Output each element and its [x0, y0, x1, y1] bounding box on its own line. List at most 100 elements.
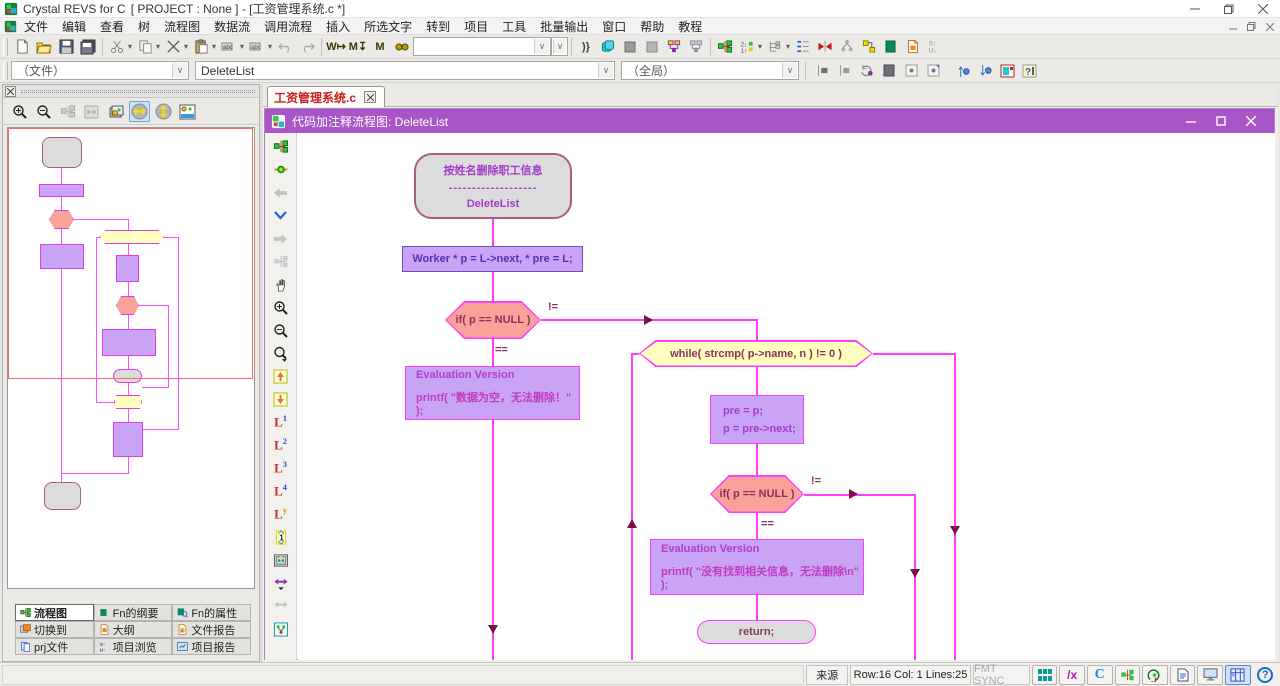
- docwin-close-icon[interactable]: [1236, 109, 1266, 133]
- format-abc-icon[interactable]: abc: [218, 36, 240, 58]
- open-file-icon[interactable]: [33, 36, 55, 58]
- menu-dataflow[interactable]: 数据流: [207, 17, 257, 36]
- search-combobox-arrow-icon[interactable]: ∨: [534, 39, 549, 54]
- call-view-icon[interactable]: [663, 36, 685, 58]
- menu-file[interactable]: 文件: [17, 17, 55, 36]
- loop-body-node[interactable]: pre = p; p = pre->next;: [710, 395, 804, 444]
- level-y-icon[interactable]: Ly: [269, 503, 293, 526]
- mdi-restore-icon[interactable]: [1247, 20, 1256, 34]
- mdi-minimize-icon[interactable]: [1229, 20, 1237, 34]
- flowchart-window-titlebar[interactable]: 代码加注释流程图: DeleteList: [265, 109, 1274, 133]
- menu-insert[interactable]: 插入: [319, 17, 357, 36]
- goto-next-position-icon[interactable]: [834, 60, 856, 82]
- refresh-view-icon[interactable]: [856, 60, 878, 82]
- return-node[interactable]: return;: [697, 620, 816, 644]
- overview-fit-height-icon[interactable]: [153, 101, 174, 122]
- context-help-icon[interactable]: ?: [1018, 60, 1040, 82]
- overview-fit-page-icon[interactable]: [177, 101, 198, 122]
- zoom-level-icon[interactable]: [269, 342, 293, 365]
- toggle-node-icon[interactable]: [900, 60, 922, 82]
- search-options-button[interactable]: ∨: [551, 37, 568, 56]
- status-modules-icon[interactable]: [1031, 664, 1058, 685]
- menu-help[interactable]: 帮助: [633, 17, 671, 36]
- zoom-in-icon[interactable]: [269, 296, 293, 319]
- redo-icon[interactable]: [296, 36, 318, 58]
- level-1-icon[interactable]: L1: [269, 411, 293, 434]
- level-3-icon[interactable]: L3: [269, 457, 293, 480]
- overview-panel-mode-icon[interactable]: [105, 101, 126, 122]
- connector-icon[interactable]: [858, 36, 880, 58]
- tab-fn-properties[interactable]: Fn的属性: [172, 604, 251, 621]
- paste-icon[interactable]: [190, 36, 212, 58]
- tab-outline[interactable]: 大纲: [93, 621, 173, 638]
- toolbar-grip2[interactable]: [3, 61, 8, 80]
- status-screen-icon[interactable]: [1197, 664, 1223, 685]
- scroll-down-sync-icon[interactable]: [974, 60, 996, 82]
- global-scope-combobox[interactable]: （全局） ∨: [621, 61, 799, 80]
- menu-project[interactable]: 项目: [457, 17, 495, 36]
- file-scope-combobox[interactable]: （文件） ∨: [11, 61, 189, 80]
- menu-tutorial[interactable]: 教程: [671, 17, 709, 36]
- mdi-close-icon[interactable]: [1265, 20, 1275, 34]
- overview-fit-width-icon[interactable]: [129, 101, 150, 122]
- flowchart-thumbnail[interactable]: [7, 127, 255, 589]
- function-combobox[interactable]: DeleteList ∨: [195, 61, 615, 80]
- call-view2-icon[interactable]: [685, 36, 707, 58]
- status-c-mode-icon[interactable]: C: [1086, 664, 1113, 685]
- menu-selected-text[interactable]: 所选文字: [357, 17, 419, 36]
- file-report-icon[interactable]: [902, 36, 924, 58]
- search-combobox[interactable]: ∨: [413, 37, 551, 56]
- toggle-node2-icon[interactable]: [922, 60, 944, 82]
- eval2-node[interactable]: Evaluation Version printf( "没有找到相关信息，无法删…: [650, 539, 864, 595]
- tab-switch-to[interactable]: 切换到: [15, 621, 94, 638]
- tab-flowchart[interactable]: 流程图: [15, 604, 94, 621]
- flowchart-mode-icon[interactable]: [714, 36, 736, 58]
- block-mark2-icon[interactable]: [641, 36, 663, 58]
- level-4-icon[interactable]: L4: [269, 480, 293, 503]
- nav-down-icon[interactable]: [269, 204, 293, 227]
- menu-view[interactable]: 查看: [93, 17, 131, 36]
- docwin-minimize-icon[interactable]: [1176, 109, 1206, 133]
- menu-window[interactable]: 窗口: [595, 17, 633, 36]
- document-tab[interactable]: 工资管理系统.c: [267, 86, 385, 107]
- status-help-icon[interactable]: ?: [1253, 665, 1278, 685]
- status-flowchart-icon[interactable]: [1114, 664, 1141, 685]
- zoom-out-icon[interactable]: [269, 319, 293, 342]
- delete-icon[interactable]: [162, 36, 184, 58]
- goto-prev-position-icon[interactable]: [812, 60, 834, 82]
- menu-tree[interactable]: 树: [131, 17, 157, 36]
- menu-tools[interactable]: 工具: [495, 17, 533, 36]
- find-in-files-icon[interactable]: [391, 36, 413, 58]
- menu-batch-output[interactable]: 批量输出: [533, 17, 595, 36]
- list-flow-icon[interactable]: [792, 36, 814, 58]
- pan-hand-icon[interactable]: [269, 273, 293, 296]
- copied-blocks-icon[interactable]: [597, 36, 619, 58]
- status-goto-flow-icon[interactable]: [1142, 664, 1168, 685]
- save-all-icon[interactable]: [77, 36, 99, 58]
- find-word-forward-icon[interactable]: W↦: [325, 36, 347, 58]
- minimize-icon[interactable]: [1178, 0, 1212, 18]
- center-current-node-icon[interactable]: [269, 158, 293, 181]
- block-mark-icon[interactable]: [619, 36, 641, 58]
- find-icon[interactable]: M: [369, 36, 391, 58]
- flow-in-window-icon[interactable]: [269, 618, 293, 641]
- sort-level-icon[interactable]: 2↓ 1↑: [736, 36, 758, 58]
- toolbar-grip[interactable]: [3, 37, 8, 56]
- expand-horizontal-icon[interactable]: [269, 572, 293, 595]
- status-regex-icon[interactable]: /x: [1059, 664, 1085, 685]
- file-scope-arrow-icon[interactable]: ∨: [172, 63, 187, 78]
- tab-prj-file[interactable]: prj文件: [15, 638, 94, 655]
- status-document-icon[interactable]: [1169, 664, 1196, 685]
- docwin-maximize-icon[interactable]: [1206, 109, 1236, 133]
- call-tree-icon[interactable]: [836, 36, 858, 58]
- cut-icon[interactable]: [106, 36, 128, 58]
- goto-next-node-icon[interactable]: [269, 388, 293, 411]
- thumbnail-viewport-rect[interactable]: [8, 128, 253, 379]
- copy-icon[interactable]: [134, 36, 156, 58]
- level-2-icon[interactable]: L2: [269, 434, 293, 457]
- while-node[interactable]: while( strcmp( p->name, n ) != 0 ): [639, 340, 873, 367]
- bookmark-panel-icon[interactable]: [878, 60, 900, 82]
- format-abc2-icon[interactable]: abc: [246, 36, 268, 58]
- sort-su-icon[interactable]: S↑ U↓: [924, 36, 946, 58]
- collapse-level-one-icon[interactable]: 1: [269, 526, 293, 549]
